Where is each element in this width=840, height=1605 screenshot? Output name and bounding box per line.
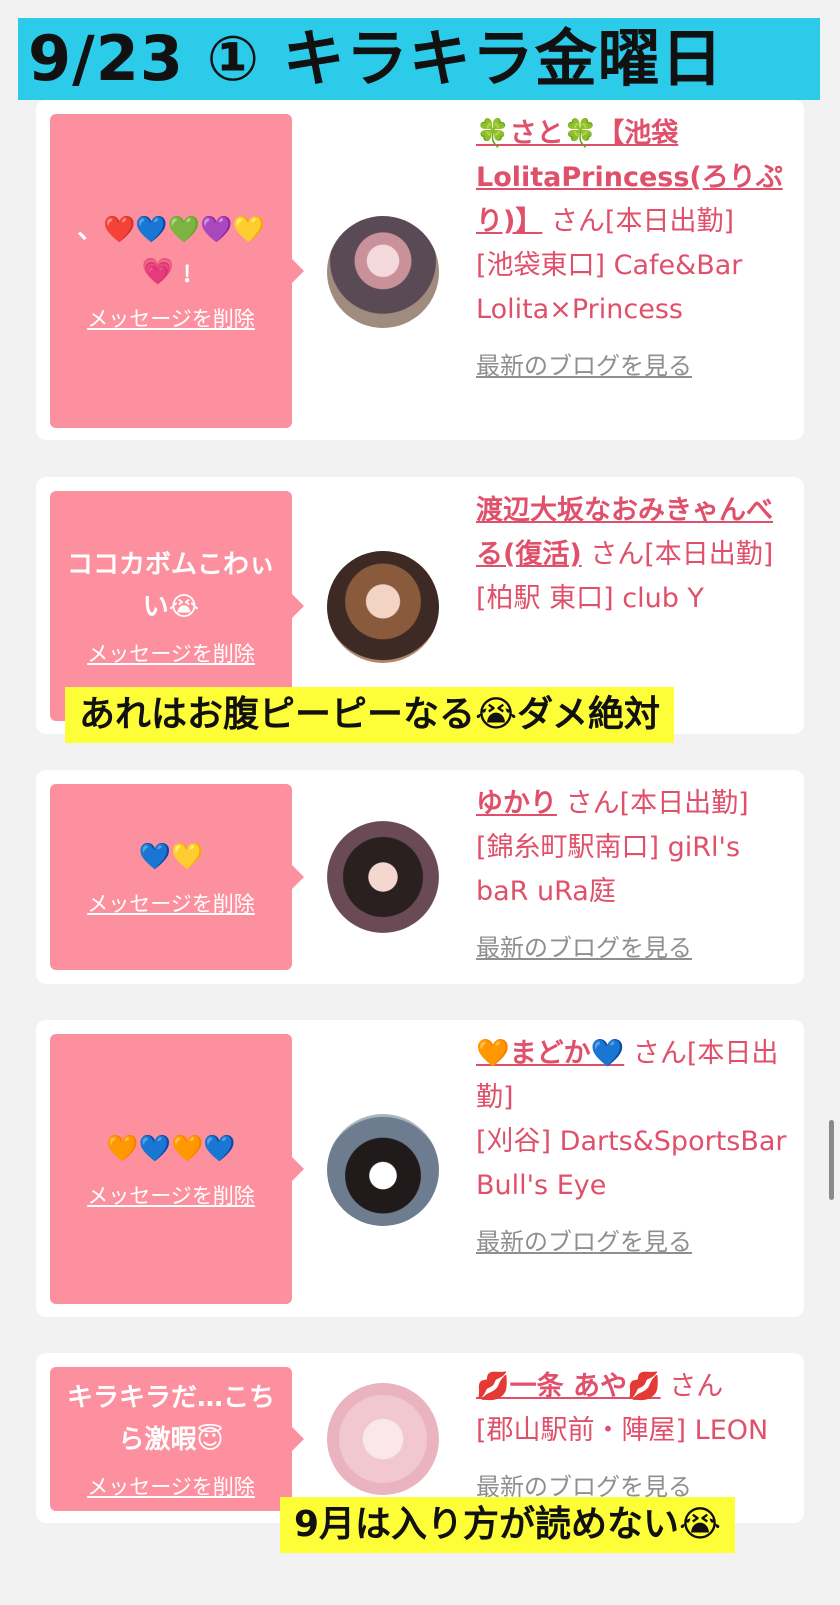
message-bubble: 💙💛 メッセージを削除 bbox=[50, 784, 304, 970]
avatar[interactable] bbox=[327, 821, 439, 933]
avatar[interactable] bbox=[327, 551, 439, 663]
scrollbar-thumb[interactable] bbox=[829, 1120, 834, 1200]
video-caption: 9月は入り方が読めない😭 bbox=[280, 1497, 736, 1553]
shop-name: [池袋東口] Cafe&Bar Lolita×Princess bbox=[476, 250, 743, 325]
message-text: 、❤️💙💚💜💛 💗﹗ bbox=[77, 215, 265, 287]
message-text: 💙💛 bbox=[138, 842, 204, 872]
message-text: キラキラだ…こちら激暇😇 bbox=[66, 1383, 275, 1455]
latest-blog-link[interactable]: 最新のブログを見る bbox=[476, 926, 796, 970]
avatar[interactable] bbox=[327, 1383, 439, 1495]
attendance-status: さん[本日出勤] bbox=[542, 206, 734, 237]
cast-info: 🧡まどか💙 さん[本日出勤] [刈谷] Darts&SportsBar Bull… bbox=[476, 1032, 796, 1264]
cast-info: 🍀さと🍀【池袋LolitaPrincess(ろりぷり)】 さん[本日出勤] [池… bbox=[476, 112, 796, 388]
cast-name-link[interactable]: 🧡まどか💙 bbox=[476, 1038, 624, 1069]
attendance-status: さん[本日出勤] bbox=[581, 539, 774, 570]
cast-info: 渡辺大坂なおみきゃんべる(復活) さん[本日出勤] [柏駅 東口] club Y bbox=[476, 489, 796, 621]
message-card: 、❤️💙💚💜💛 💗﹗ メッセージを削除 🍀さと🍀【池袋LolitaPrinces… bbox=[36, 100, 804, 440]
message-card: 🧡💙🧡💙 メッセージを削除 🧡まどか💙 さん[本日出勤] [刈谷] Darts&… bbox=[36, 1020, 804, 1317]
message-bubble: キラキラだ…こちら激暇😇 メッセージを削除 bbox=[50, 1367, 304, 1511]
cast-name-link[interactable]: 💋一条 あや💋 bbox=[476, 1371, 661, 1402]
message-bubble: 、❤️💙💚💜💛 💗﹗ メッセージを削除 bbox=[50, 114, 304, 428]
message-bubble: 🧡💙🧡💙 メッセージを削除 bbox=[50, 1034, 304, 1304]
shop-name: [刈谷] Darts&SportsBar Bull's Eye bbox=[476, 1126, 787, 1201]
delete-message-link[interactable]: メッセージを削除 bbox=[87, 303, 255, 333]
delete-message-link[interactable]: メッセージを削除 bbox=[87, 1180, 255, 1210]
cast-info: 💋一条 あや💋 さん [郡山駅前・陣屋] LEON 最新のブログを見る bbox=[476, 1365, 796, 1509]
avatar[interactable] bbox=[327, 216, 439, 328]
cast-info: ゆかり さん[本日出勤] [錦糸町駅南口] giRl's baR uRa庭 最新… bbox=[476, 782, 796, 970]
message-text: 🧡💙🧡💙 bbox=[106, 1134, 236, 1164]
cast-name-link[interactable]: ゆかり bbox=[476, 788, 557, 819]
shop-name: [柏駅 東口] club Y bbox=[476, 583, 704, 614]
shop-name: [郡山駅前・陣屋] LEON bbox=[476, 1415, 769, 1446]
delete-message-link[interactable]: メッセージを削除 bbox=[87, 638, 255, 668]
message-text: ココカボムこわぃい😭 bbox=[66, 550, 275, 622]
attendance-status: さん[本日出勤] bbox=[557, 788, 749, 819]
delete-message-link[interactable]: メッセージを削除 bbox=[87, 888, 255, 918]
video-caption: あれはお腹ピーピーなる😭ダメ絶対 bbox=[65, 687, 674, 743]
shop-name: [錦糸町駅南口] giRl's baR uRa庭 bbox=[476, 832, 741, 907]
video-title-banner: 9/23 ① キラキラ金曜日 bbox=[18, 18, 820, 100]
attendance-status: さん bbox=[660, 1371, 724, 1402]
delete-message-link[interactable]: メッセージを削除 bbox=[87, 1471, 255, 1501]
avatar[interactable] bbox=[327, 1114, 439, 1226]
latest-blog-link[interactable]: 最新のブログを見る bbox=[476, 1220, 796, 1264]
message-card: 💙💛 メッセージを削除 ゆかり さん[本日出勤] [錦糸町駅南口] giRl's… bbox=[36, 770, 804, 984]
latest-blog-link[interactable]: 最新のブログを見る bbox=[476, 344, 796, 388]
